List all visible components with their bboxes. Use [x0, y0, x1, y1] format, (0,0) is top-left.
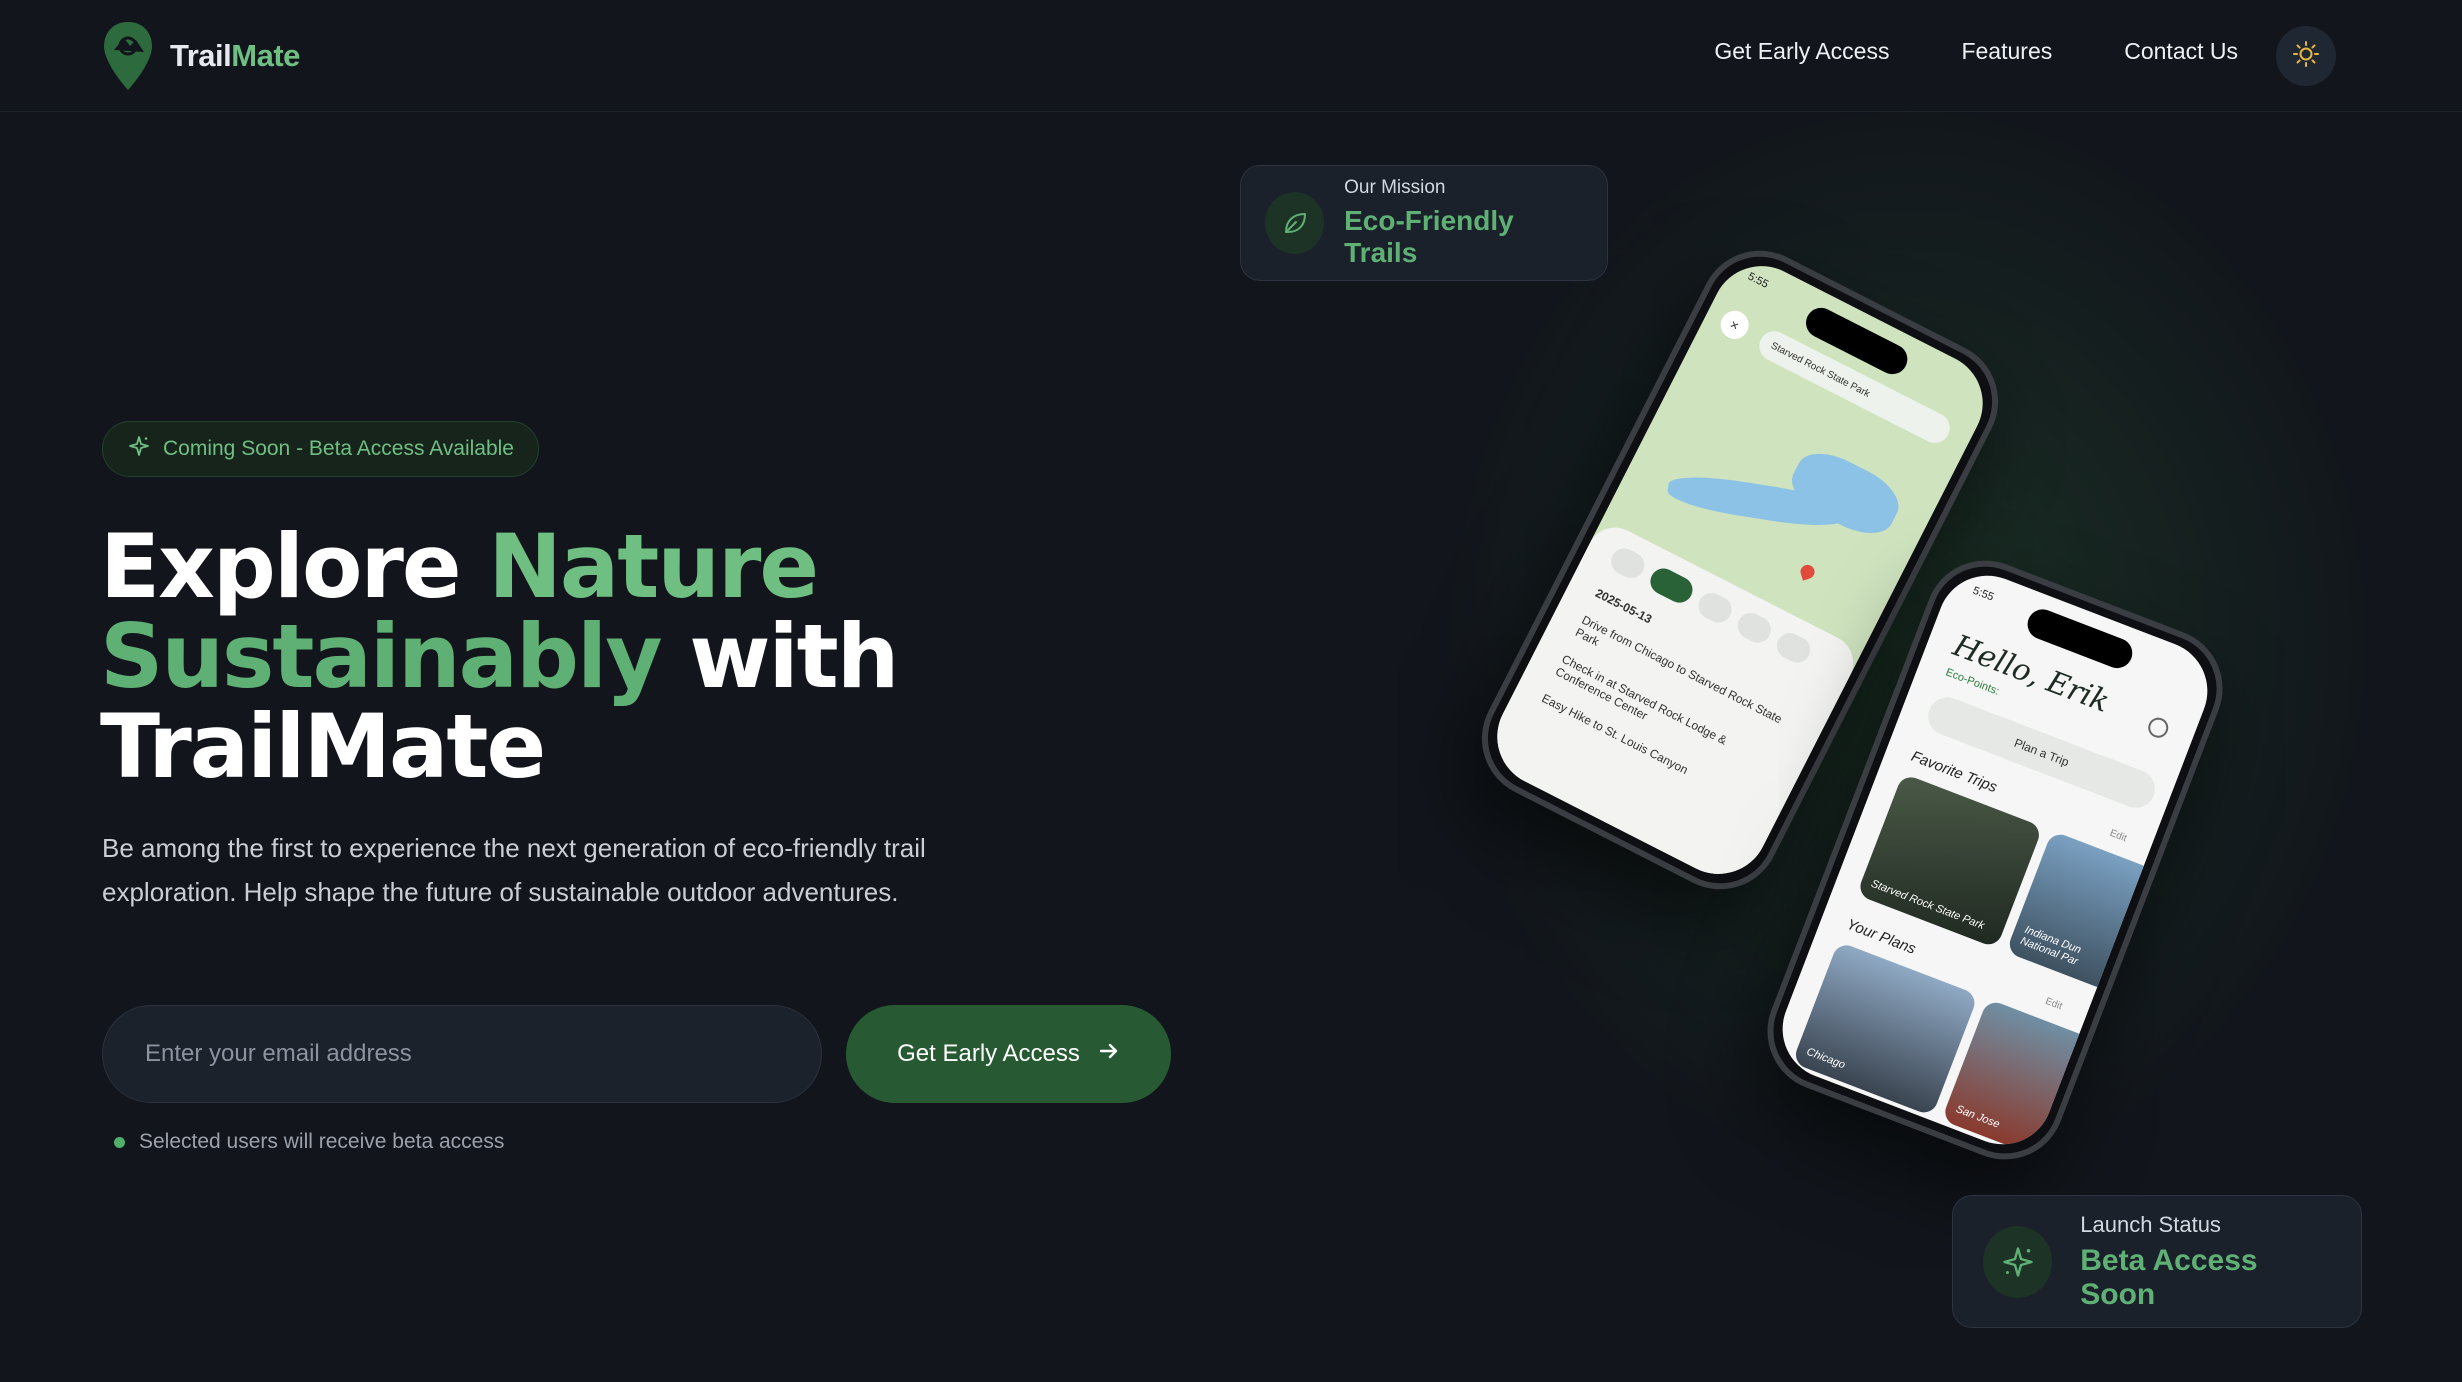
headline-part1: Explore: [100, 515, 489, 618]
favorites-edit[interactable]: Edit: [2108, 828, 2128, 844]
plan-name: San Jose: [1954, 1103, 2002, 1131]
nav-link-contact-us[interactable]: Contact Us: [2124, 38, 2238, 65]
chat-icon[interactable]: [1772, 628, 1815, 668]
hero-headline: Explore Nature Sustainably with TrailMat…: [100, 522, 1150, 792]
flag-icon[interactable]: [1733, 608, 1776, 648]
mission-value: Eco-Friendly Trails: [1344, 205, 1514, 268]
nav-link-get-early-access[interactable]: Get Early Access: [1714, 38, 1889, 65]
headline-part5: TrailMate: [100, 695, 546, 798]
arrow-right-icon: [1098, 1040, 1120, 1069]
sparkle-icon: [1983, 1225, 2053, 1298]
sparkle-icon: [127, 434, 151, 464]
close-icon[interactable]: ×: [1715, 306, 1754, 344]
brand-part1: Trail: [170, 38, 232, 73]
mission-card: Our Mission Eco-Friendly Trails: [1240, 165, 1608, 281]
plan-card[interactable]: Chicago: [1791, 941, 1979, 1117]
plan-trip-label: Plan a Trip: [2012, 735, 2071, 770]
sun-icon: [2292, 40, 2320, 73]
email-input[interactable]: [102, 1005, 822, 1103]
favorite-card[interactable]: Starved Rock State Park: [1856, 773, 2044, 949]
beta-note: Selected users will receive beta access: [114, 1130, 504, 1154]
map-time: 5:55: [1745, 270, 1771, 291]
app-time: 5:55: [1971, 584, 1996, 604]
logo[interactable]: TrailMate: [100, 18, 300, 94]
top-navbar: TrailMate Get Early Access Features Cont…: [0, 0, 2462, 112]
coming-soon-badge: Coming Soon - Beta Access Available: [102, 421, 539, 477]
settings-icon[interactable]: [2145, 714, 2172, 741]
launch-status-card: Launch Status Beta Access Soon: [1952, 1195, 2362, 1328]
headline-part3: Sustainably: [100, 605, 663, 708]
launch-label: Launch Status: [2080, 1211, 2221, 1237]
theme-toggle-button[interactable]: [2276, 26, 2336, 86]
navigate-icon[interactable]: [1645, 564, 1697, 608]
info-icon[interactable]: [1606, 544, 1649, 583]
plan-name: Chicago: [1804, 1045, 1847, 1072]
cta-label: Get Early Access: [897, 1040, 1080, 1067]
map-pin-icon: [1798, 563, 1817, 581]
beta-note-text: Selected users will receive beta access: [139, 1130, 505, 1153]
plans-edit[interactable]: Edit: [2044, 996, 2064, 1012]
leaf-icon: [1265, 192, 1325, 254]
favorite-name: Indiana Dun National Par: [2018, 923, 2083, 968]
get-early-access-button[interactable]: Get Early Access: [846, 1005, 1171, 1103]
hero-subtext: Be among the first to experience the nex…: [102, 833, 926, 907]
nav-links: Get Early Access Features Contact Us: [1714, 38, 2238, 65]
badge-text: Coming Soon - Beta Access Available: [163, 437, 514, 460]
brand-name: TrailMate: [170, 38, 300, 74]
camera-icon[interactable]: [1694, 588, 1737, 628]
mission-label: Our Mission: [1344, 177, 1446, 198]
headline-part2: Nature: [488, 515, 819, 618]
brand-part2: Mate: [231, 38, 300, 73]
mountain-pin-logo-icon: [100, 18, 156, 94]
headline-part4: with: [660, 605, 899, 708]
nav-link-features[interactable]: Features: [1961, 38, 2052, 65]
status-dot-icon: [114, 1136, 125, 1148]
favorite-name: Starved Rock State Park: [1869, 877, 1987, 933]
launch-value: Beta Access Soon: [2080, 1243, 2258, 1311]
